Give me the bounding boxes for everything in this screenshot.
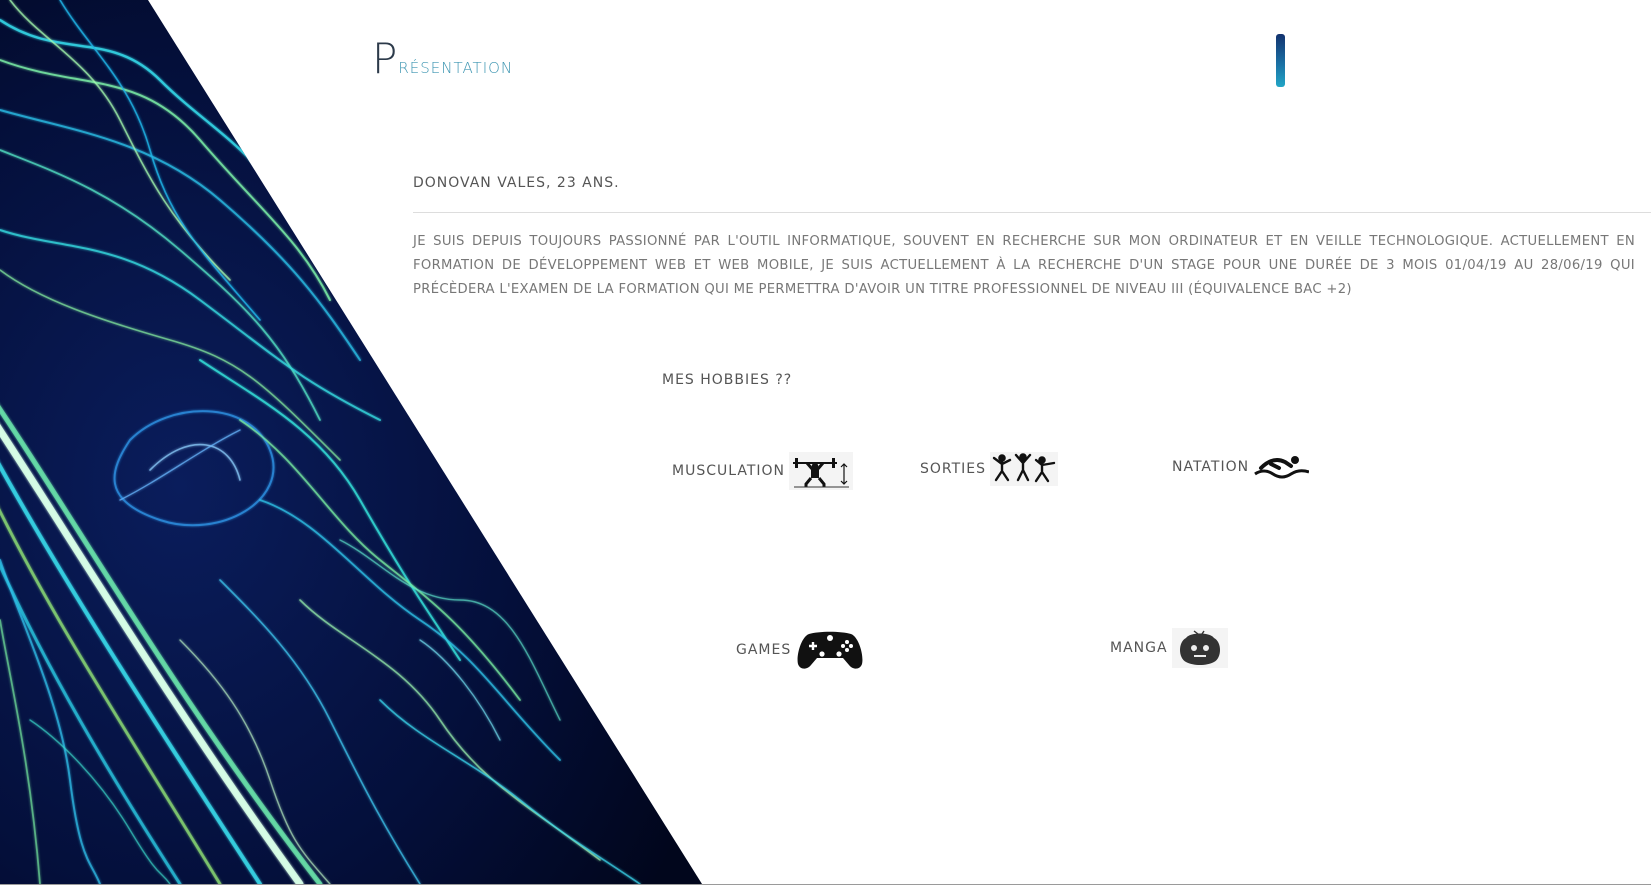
background-art-image — [0, 0, 702, 884]
hobby-label: Games — [736, 642, 792, 658]
page-title: Présentation — [372, 34, 513, 83]
hobby-label: Natation — [1172, 459, 1250, 475]
page-title-rest: résentation — [398, 54, 514, 79]
hobby-label: Musculation — [672, 463, 786, 479]
weightlifting-icon — [789, 452, 854, 490]
hobby-natation: Natation — [1172, 452, 1310, 482]
page: Présentation Donovan Vales, 23 ans. Je s… — [0, 0, 1651, 886]
hobbies-title: Mes Hobbies ?? — [662, 372, 793, 388]
hobby-label: Sorties — [920, 461, 987, 477]
section-divider — [413, 212, 1651, 213]
accent-bar — [1276, 34, 1285, 87]
manga-icon — [1171, 628, 1228, 668]
hobby-musculation: Musculation — [672, 452, 854, 490]
page-title-initial: P — [372, 34, 399, 83]
hobby-manga: Manga — [1110, 628, 1228, 668]
gamepad-icon — [797, 631, 863, 669]
dancing-people-icon — [990, 452, 1059, 486]
profile-identity: Donovan Vales, 23 ans. — [413, 175, 620, 191]
profile-bio: Je suis depuis toujours passionné par l'… — [413, 234, 1635, 297]
swimmer-icon — [1254, 456, 1310, 479]
hobby-games: Games — [736, 628, 865, 672]
hobby-label: Manga — [1110, 640, 1168, 656]
bottom-divider — [0, 884, 1651, 885]
hobby-sorties: Sorties — [920, 452, 1059, 486]
